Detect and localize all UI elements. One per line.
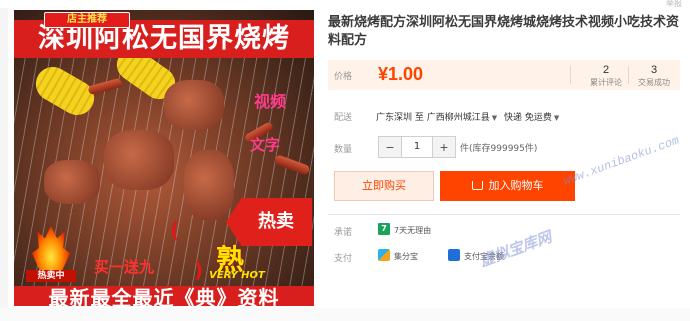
left-gutter bbox=[0, 0, 8, 321]
chevron-down-icon[interactable]: ▼ bbox=[554, 114, 559, 122]
sales-stat[interactable]: 3 交易成功 bbox=[626, 64, 682, 88]
price-label: 价格 bbox=[334, 72, 353, 82]
shipping-from: 广东深圳 至 bbox=[376, 113, 424, 123]
image-label-video: 视频 bbox=[254, 92, 287, 111]
shipping-method[interactable]: 快递 免运费 bbox=[504, 113, 552, 123]
sales-label: 交易成功 bbox=[638, 78, 670, 87]
quantity-input[interactable]: 1 bbox=[401, 137, 433, 157]
shipping-label: 配送 bbox=[334, 113, 353, 123]
add-to-cart-button[interactable]: 加入购物车 bbox=[440, 171, 575, 201]
promise-label: 承诺 bbox=[334, 228, 353, 238]
grilled-meat bbox=[44, 160, 100, 204]
image-promo-text: 买一送九 bbox=[94, 258, 155, 276]
section-divider bbox=[328, 214, 680, 215]
image-paren-left: ( bbox=[170, 218, 180, 242]
flame-icon bbox=[32, 226, 70, 270]
image-paren-right: ) bbox=[194, 258, 204, 282]
bottom-strip bbox=[0, 308, 690, 321]
seven-day-return-icon: 7 bbox=[378, 223, 390, 235]
add-to-cart-label: 加入购物车 bbox=[488, 179, 544, 192]
shop-recommend-badge: 店主推荐 bbox=[44, 12, 130, 28]
promise-text[interactable]: 7天无理由 bbox=[394, 225, 431, 236]
product-main-image[interactable]: 深圳阿松无国界烧烤 店主推荐 视频 文字 热卖 买一送九 ( ) 熟 VERY … bbox=[14, 10, 314, 306]
quantity-decrease-button[interactable]: − bbox=[379, 137, 401, 157]
price-value: ¥1.00 bbox=[378, 64, 424, 84]
very-hot-sticker: 熟 VERY HOT bbox=[206, 238, 268, 286]
quantity-stepper: − 1 + bbox=[378, 136, 456, 158]
image-bottom-banner: 最新最全最近《典》资料 bbox=[14, 286, 314, 306]
jifenbao-icon bbox=[378, 249, 390, 261]
sales-count: 3 bbox=[650, 64, 658, 76]
fire-icon: 热卖中 bbox=[26, 226, 76, 284]
buy-now-button[interactable]: 立即购买 bbox=[334, 171, 434, 201]
stat-divider bbox=[570, 66, 571, 84]
payment-label: 支付 bbox=[334, 254, 353, 264]
price-panel: 价格 ¥1.00 2 累计评论 3 交易成功 bbox=[328, 60, 680, 90]
quantity-label: 数量 bbox=[334, 145, 353, 155]
cart-icon bbox=[471, 181, 483, 190]
grilled-meat bbox=[164, 80, 224, 130]
fire-badge-label: 热卖中 bbox=[26, 270, 76, 282]
product-title: 最新烧烤配方深圳阿松无国界烧烤城烧烤技术视频小吃技术资料配方 bbox=[328, 15, 680, 48]
shipping-info: 广东深圳 至 广西柳州城江县 ▼ 快递 免运费 ▼ bbox=[376, 110, 563, 123]
sticker-en: VERY HOT bbox=[209, 270, 265, 281]
quantity-increase-button[interactable]: + bbox=[433, 137, 455, 157]
shipping-to[interactable]: 广西柳州城江县 bbox=[427, 113, 490, 123]
watermark-text: 虚拟宝库网 bbox=[477, 227, 555, 271]
stock-info: 件(库存999995件) bbox=[460, 144, 538, 154]
watermark-url: www.xunibaoku.com bbox=[561, 133, 682, 189]
product-page: 举报 深圳阿松无国界烧烤 店主推荐 视频 文字 热卖 买一送九 ( ) 熟 VE… bbox=[0, 0, 690, 321]
top-bar: 举报 bbox=[0, 0, 690, 8]
grilled-meat bbox=[104, 130, 174, 190]
alipay-icon bbox=[448, 249, 460, 261]
grilled-meat bbox=[184, 150, 234, 220]
report-link[interactable]: 举报 bbox=[666, 0, 682, 9]
chevron-down-icon[interactable]: ▼ bbox=[492, 114, 497, 122]
image-label-text: 文字 bbox=[250, 136, 281, 154]
payment-method-1: 集分宝 bbox=[394, 252, 418, 261]
